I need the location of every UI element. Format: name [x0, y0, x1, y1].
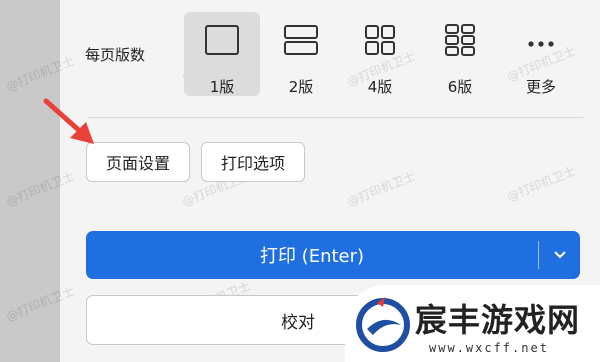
print-options-button[interactable]: 打印选项 [201, 142, 305, 182]
logo-name: 宸丰游戏网 [415, 301, 581, 339]
layout-option-label: 更多 [525, 78, 556, 96]
layout-option-label: 1版 [209, 78, 235, 96]
layout-option-more[interactable]: 更多 [503, 12, 579, 96]
print-button[interactable]: 打印 (Enter) [86, 231, 538, 279]
layout-option-4[interactable]: 4版 [342, 12, 418, 96]
proof-button-label: 校对 [281, 312, 315, 333]
layout-option-label: 6版 [447, 78, 473, 96]
single-page-icon [204, 24, 240, 60]
pages-per-sheet-label: 每页版数 [85, 46, 146, 64]
layout-option-label: 2版 [288, 78, 314, 96]
annotation-arrow-icon [43, 98, 94, 144]
left-gutter [0, 0, 60, 362]
six-pages-icon [442, 24, 478, 60]
site-logo: 宸丰游戏网 www.wxcff.net [345, 285, 600, 362]
logo-url: www.wxcff.net [429, 341, 549, 355]
print-dropdown-button[interactable] [539, 231, 580, 279]
print-button-group: 打印 (Enter) [86, 231, 580, 279]
two-pages-icon [283, 24, 319, 60]
page-setup-button[interactable]: 页面设置 [86, 142, 190, 182]
layout-option-label: 4版 [367, 78, 393, 96]
layout-option-2[interactable]: 2版 [263, 12, 339, 96]
logo-emblem-icon [356, 297, 410, 352]
more-dots-icon [523, 24, 559, 60]
chevron-down-icon [553, 251, 566, 259]
four-pages-icon [362, 24, 398, 60]
section-divider [88, 117, 583, 118]
layout-option-1[interactable]: 1版 [184, 12, 260, 96]
layout-option-6[interactable]: 6版 [422, 12, 498, 96]
